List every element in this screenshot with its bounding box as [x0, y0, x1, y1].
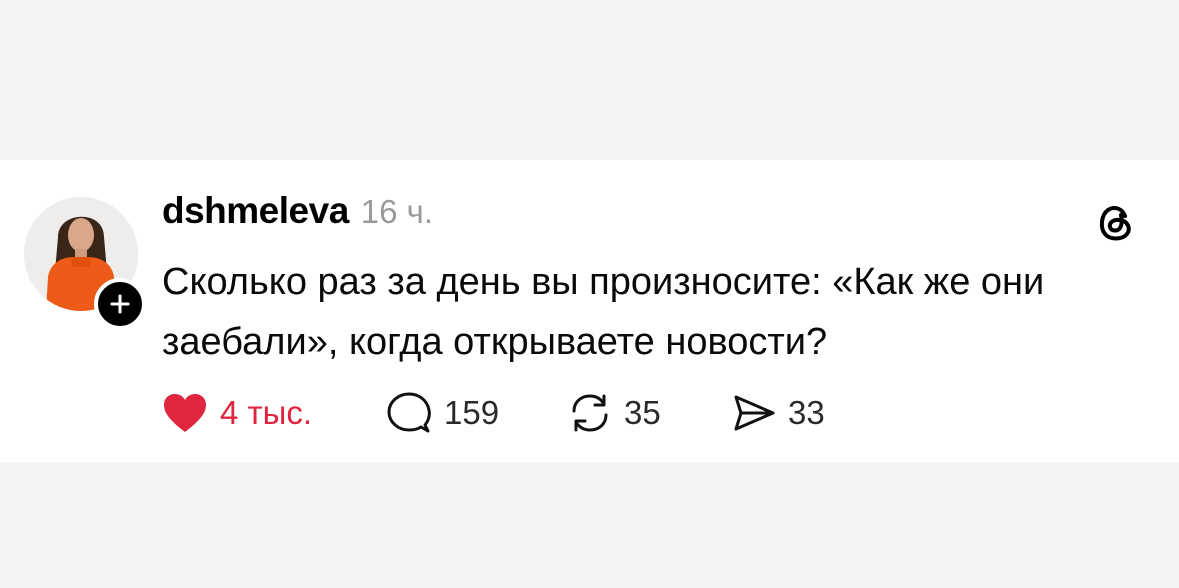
follow-button[interactable]	[94, 278, 146, 330]
send-paper-plane-icon	[734, 395, 775, 431]
reply-button[interactable]: 159	[386, 391, 568, 435]
timestamp: 16 ч.	[360, 193, 434, 230]
repost-count: 35	[624, 394, 661, 431]
repost-arrows-icon	[572, 394, 608, 432]
share-count: 33	[788, 394, 825, 431]
share-button[interactable]: 33	[732, 393, 825, 433]
repost-button[interactable]: 35	[568, 391, 732, 435]
avatar-container[interactable]	[24, 197, 146, 330]
threads-logo-icon	[1094, 200, 1138, 244]
plus-icon	[110, 294, 130, 314]
heart-icon	[164, 394, 206, 432]
like-button[interactable]: 4 тыс.	[162, 392, 386, 434]
post-actions: 4 тыс. 159 35 33	[162, 390, 825, 436]
comment-bubble-icon	[387, 392, 431, 433]
post-text: Сколько раз за день вы произносите: «Как…	[162, 261, 1045, 363]
thread-post: dshmeleva 16 ч. Сколько раз за день вы п…	[0, 160, 1179, 462]
post-header: dshmeleva 16 ч.	[162, 190, 433, 238]
like-count: 4 тыс.	[220, 394, 313, 431]
reply-count: 159	[444, 394, 500, 431]
username[interactable]: dshmeleva	[162, 190, 349, 232]
